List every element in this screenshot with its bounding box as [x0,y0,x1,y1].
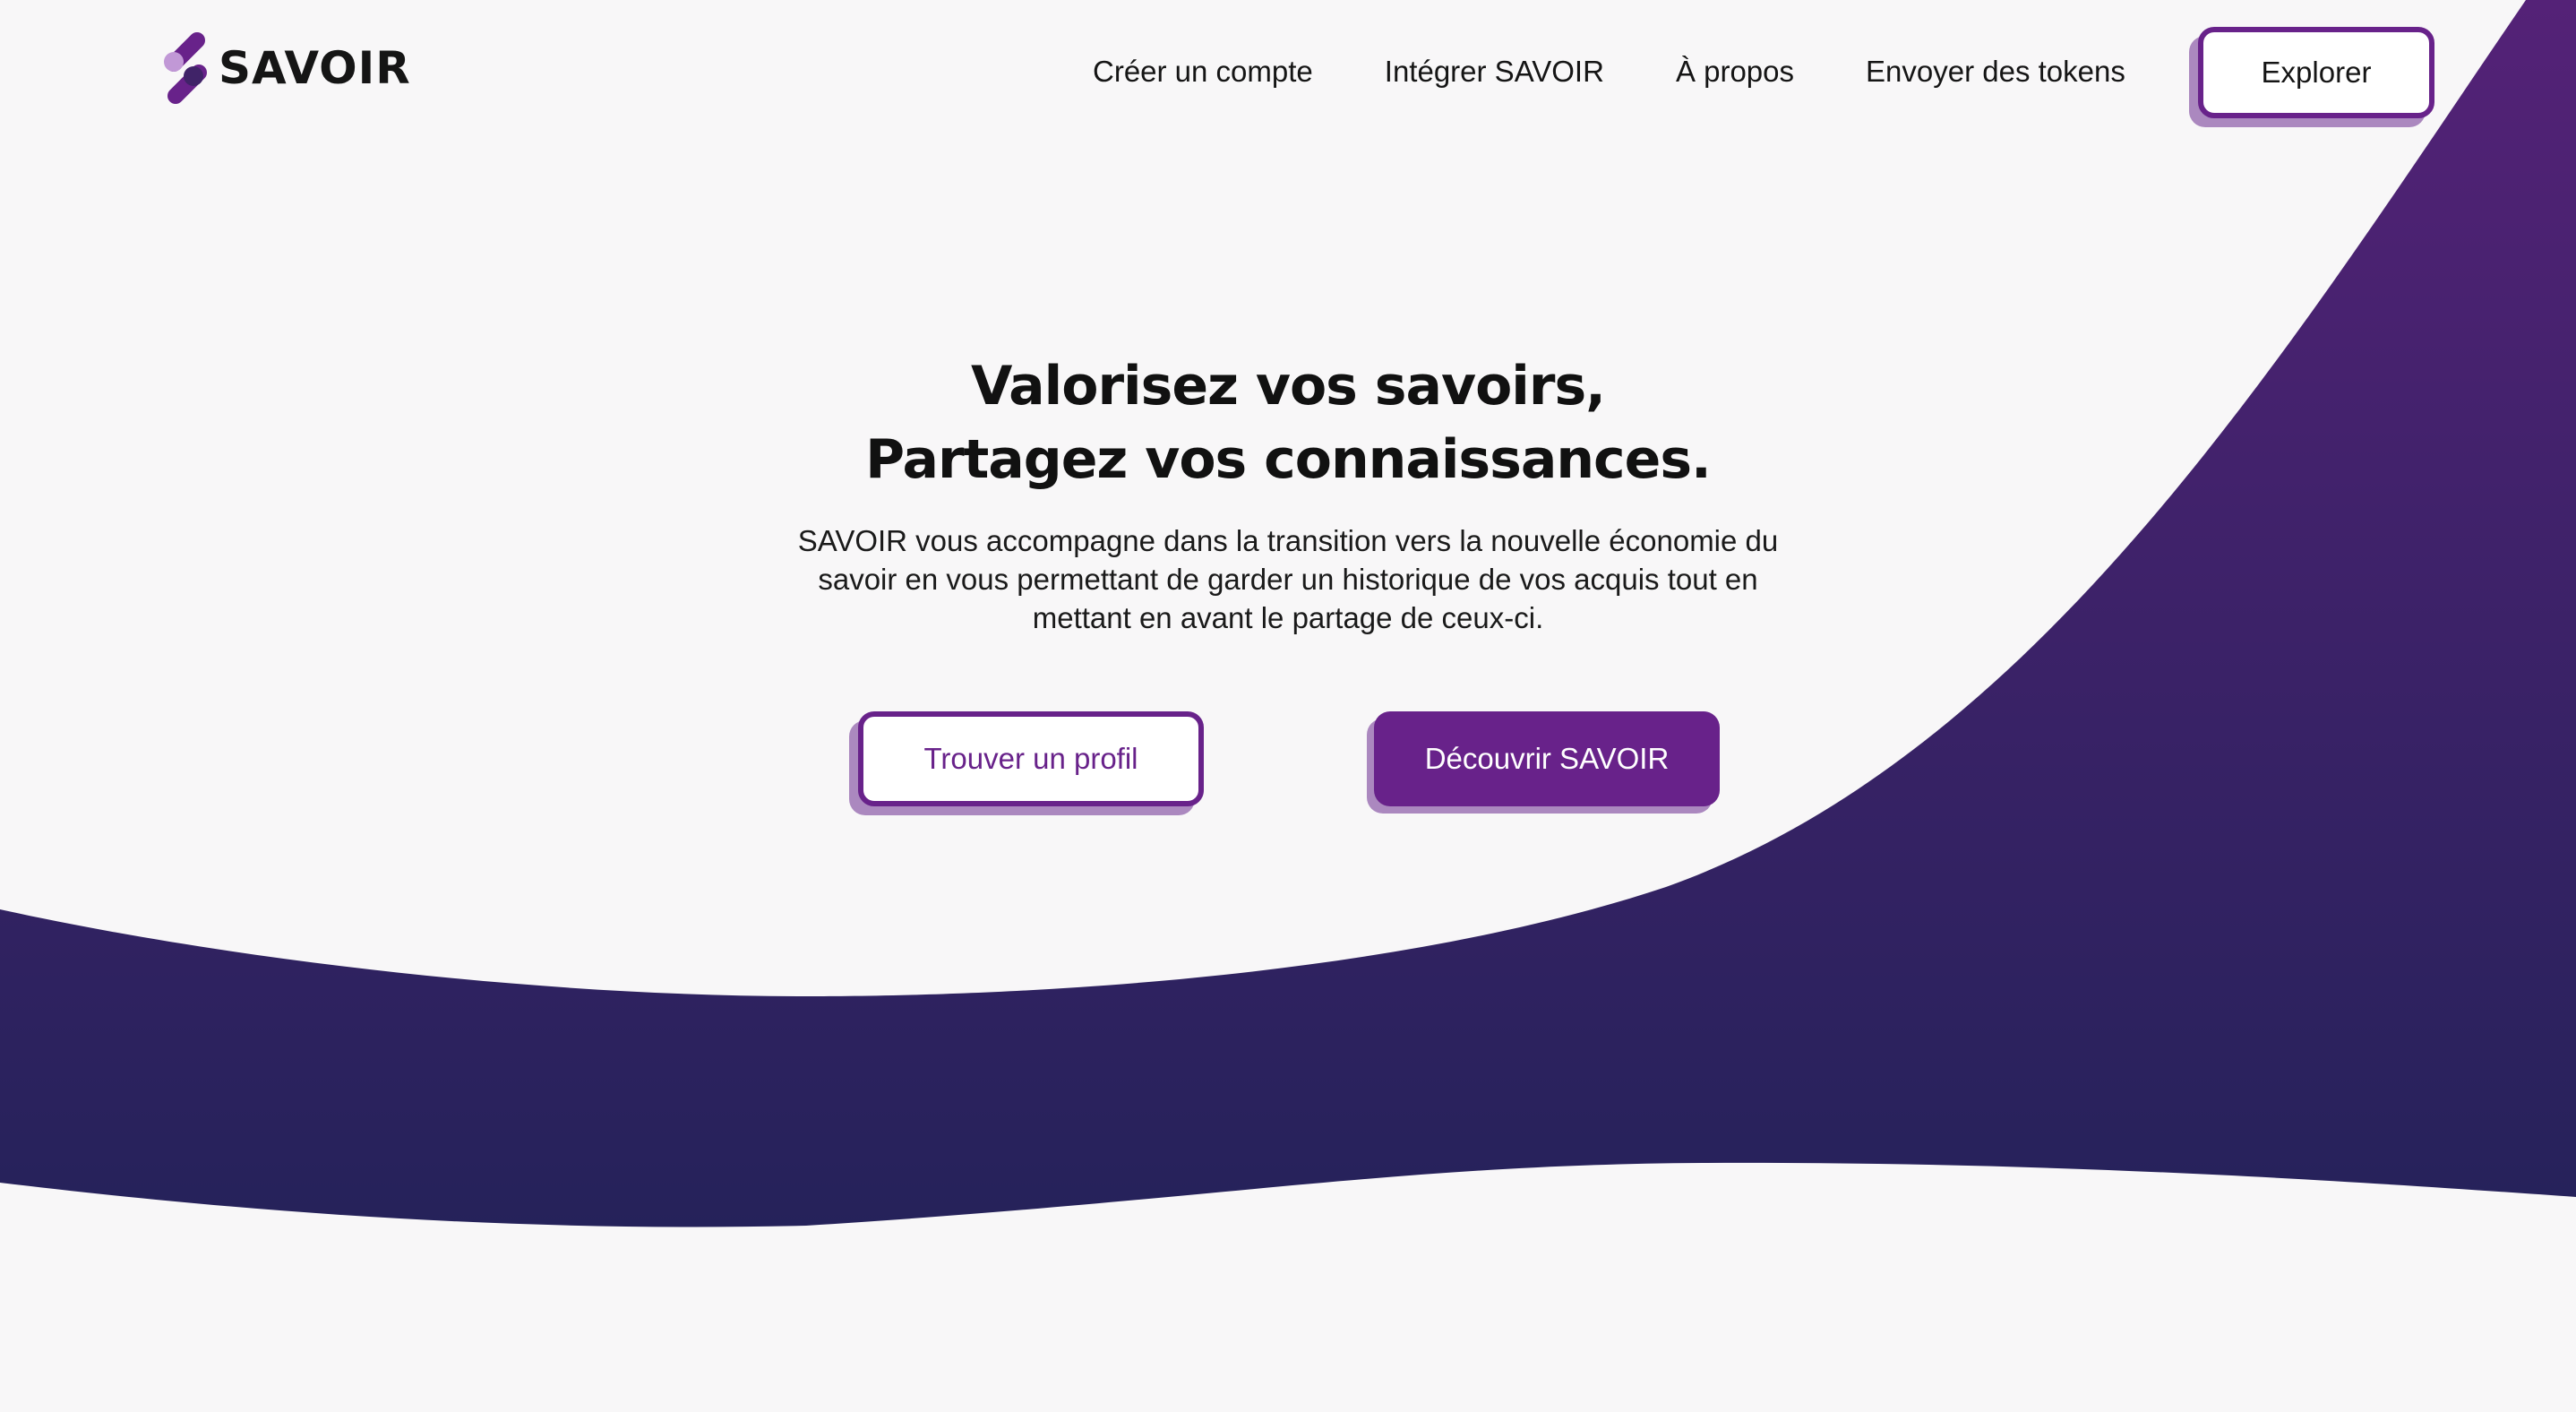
background-wave [0,0,2576,1227]
find-profile-button[interactable]: Trouver un profil [858,711,1204,806]
main-nav: Créer un compte Intégrer SAVOIR À propos… [1093,50,2197,93]
hero-title-line-1: Valorisez vos savoirs, [971,355,1606,418]
nav-create-account[interactable]: Créer un compte [1093,55,1313,89]
explore-button[interactable]: Explorer [2198,27,2434,118]
site-header: SAVOIR Créer un compte Intégrer SAVOIR À… [0,0,2576,143]
hero-description: SAVOIR vous accompagne dans la transitio… [797,524,1779,634]
nav-send-tokens[interactable]: Envoyer des tokens [1866,55,2125,89]
savoir-logo-icon [164,32,207,104]
hero-title-line-2: Partagez vos connaissances. [865,428,1712,491]
brand-name: SAVOIR [219,42,411,94]
hero-section: Valorisez vos savoirs, Partagez vos conn… [0,349,2576,637]
brand-logo[interactable]: SAVOIR [163,32,411,104]
discover-savoir-button[interactable]: Découvrir SAVOIR [1374,711,1720,806]
hero-title: Valorisez vos savoirs, Partagez vos conn… [0,349,2576,496]
nav-integrate-savoir[interactable]: Intégrer SAVOIR [1385,55,1604,89]
nav-about[interactable]: À propos [1676,55,1794,89]
